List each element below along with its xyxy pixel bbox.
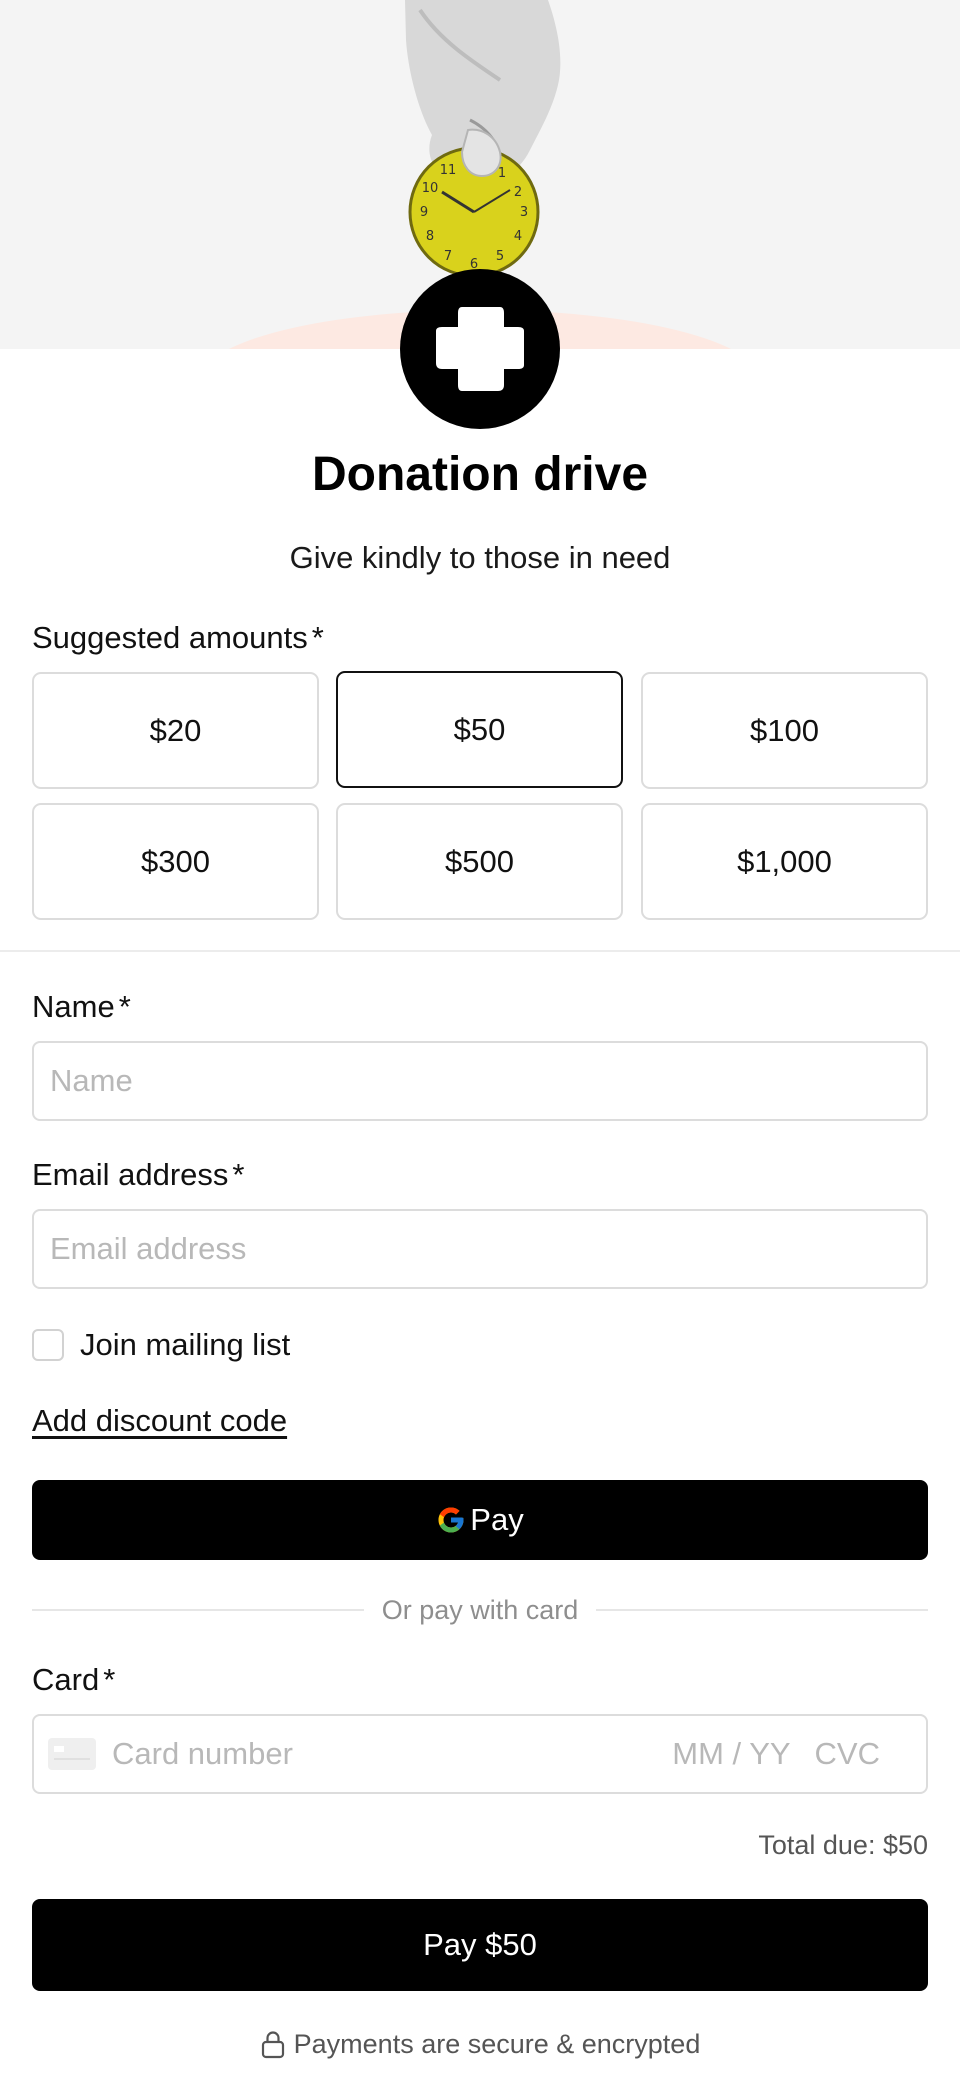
- suggested-amounts-label: Suggested amounts *: [32, 620, 324, 656]
- add-discount-code-link[interactable]: Add discount code: [32, 1403, 287, 1439]
- required-marker: *: [232, 1157, 245, 1192]
- google-pay-button[interactable]: Pay: [32, 1480, 928, 1560]
- card-cvc-field[interactable]: CVC: [815, 1736, 880, 1772]
- required-marker: *: [118, 989, 131, 1024]
- svg-text:1: 1: [498, 166, 506, 181]
- mailing-list-row[interactable]: Join mailing list: [32, 1325, 290, 1365]
- name-label: Name *: [32, 989, 131, 1025]
- credit-card-icon: [48, 1738, 96, 1770]
- svg-text:3: 3: [520, 205, 528, 220]
- svg-text:8: 8: [426, 229, 434, 244]
- brand-logo: [400, 269, 560, 429]
- svg-text:2: 2: [514, 185, 522, 200]
- pay-button[interactable]: Pay $50: [32, 1899, 928, 1991]
- svg-text:7: 7: [444, 249, 452, 264]
- svg-text:11: 11: [440, 163, 457, 178]
- pay-method-separator: Or pay with card: [32, 1592, 929, 1628]
- svg-text:10: 10: [422, 181, 439, 196]
- amount-option-100[interactable]: $100: [641, 672, 928, 789]
- card-label: Card *: [32, 1662, 115, 1698]
- required-marker: *: [103, 1662, 116, 1697]
- email-label-text: Email address: [32, 1157, 229, 1192]
- suggested-amounts-label-text: Suggested amounts: [32, 620, 308, 655]
- page-title: Donation drive: [311, 448, 649, 501]
- amount-option-300[interactable]: $300: [32, 803, 319, 920]
- name-label-text: Name: [32, 989, 115, 1024]
- svg-text:9: 9: [420, 205, 428, 220]
- amount-option-20[interactable]: $20: [32, 672, 319, 789]
- mailing-list-label[interactable]: Join mailing list: [80, 1327, 290, 1363]
- google-g-icon: [438, 1507, 464, 1533]
- email-label: Email address *: [32, 1157, 245, 1193]
- google-pay-label: Pay: [470, 1502, 524, 1537]
- name-input[interactable]: Name: [32, 1041, 928, 1121]
- svg-text:5: 5: [496, 249, 504, 264]
- svg-text:4: 4: [514, 229, 522, 244]
- card-number-field[interactable]: Card number: [112, 1736, 672, 1772]
- card-expiry-field[interactable]: MM / YY: [672, 1736, 790, 1772]
- amount-option-50[interactable]: $50: [336, 671, 623, 788]
- secure-payment-text: Payments are secure & encrypted: [293, 2028, 701, 2059]
- amount-option-500[interactable]: $500: [336, 803, 623, 920]
- email-input[interactable]: Email address: [32, 1209, 928, 1289]
- required-marker: *: [311, 620, 324, 655]
- mailing-list-checkbox[interactable]: [32, 1329, 64, 1361]
- lock-icon: [261, 2031, 284, 2059]
- amount-option-1000[interactable]: $1,000: [641, 803, 928, 920]
- page-subtitle: Give kindly to those in need: [289, 540, 671, 575]
- secure-payment-note: Payments are secure & encrypted: [0, 2026, 960, 2062]
- separator-line-left: [32, 1609, 364, 1611]
- section-divider: [0, 950, 960, 952]
- card-label-text: Card: [32, 1662, 100, 1697]
- total-due: Total due: $50: [758, 1830, 928, 1860]
- separator-text: Or pay with card: [381, 1594, 579, 1625]
- amount-options: $20 $50 $100 $300 $500 $1,000: [32, 671, 928, 920]
- card-input[interactable]: Card number MM / YY CVC: [32, 1714, 928, 1794]
- cross-logo-icon: [436, 307, 524, 391]
- separator-line-right: [596, 1609, 929, 1611]
